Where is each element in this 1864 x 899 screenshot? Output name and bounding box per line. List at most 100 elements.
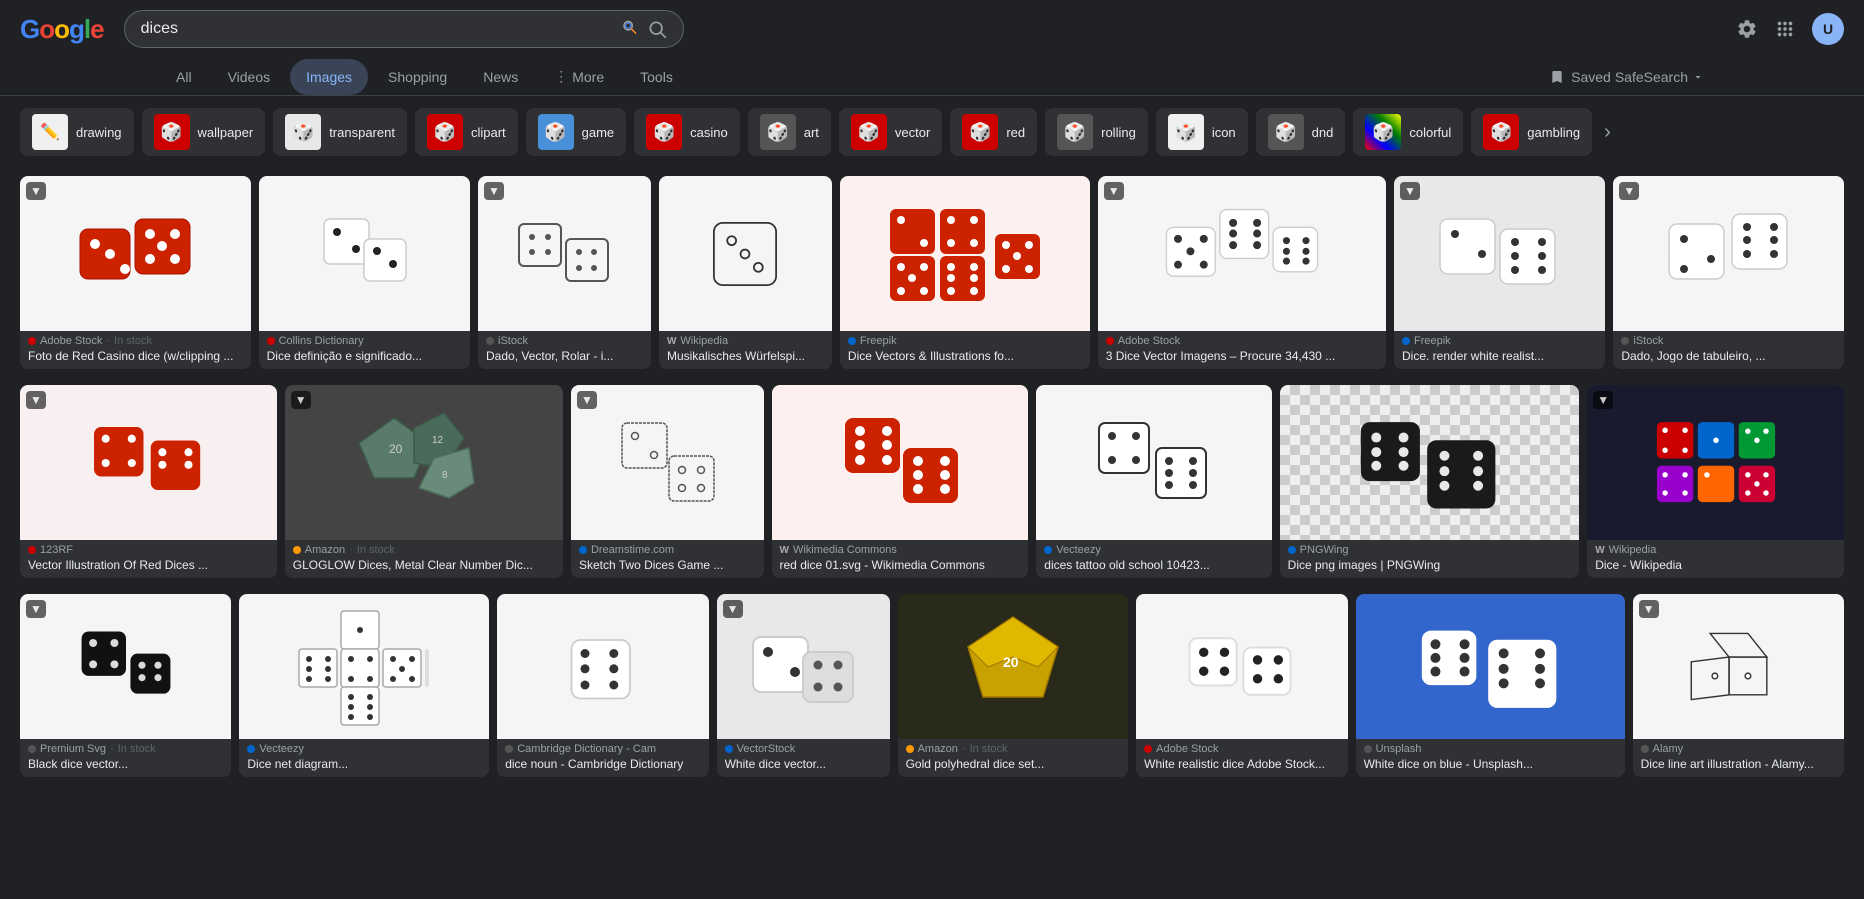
saved-button[interactable]: Saved bbox=[1549, 69, 1611, 85]
image-row-3: ▼ Premium Svg · In stock Black dice vect… bbox=[20, 594, 1844, 777]
source-1: Adobe Stock · In stock bbox=[28, 335, 243, 347]
source-13: Vecteezy bbox=[1044, 544, 1263, 556]
source-2: Collins Dictionary bbox=[267, 335, 462, 347]
tools-button[interactable]: Tools bbox=[624, 61, 689, 93]
chip-gambling[interactable]: 🎲 gambling bbox=[1471, 108, 1592, 156]
lens-icon[interactable] bbox=[619, 19, 639, 39]
header-right: U bbox=[1736, 13, 1844, 45]
source-11: Dreamstime.com bbox=[579, 544, 756, 556]
image-card-1[interactable]: ▼ Adobe Stock · In stock Foto de Red Cas… bbox=[20, 176, 251, 369]
search-button[interactable] bbox=[647, 19, 667, 39]
title-17: Dice net diagram... bbox=[247, 757, 481, 771]
save-icon-10: ▼ bbox=[291, 391, 311, 409]
image-card-17[interactable]: Vecteezy Dice net diagram... bbox=[239, 594, 489, 777]
image-card-10[interactable]: 20 12 8 ▼ Amazon · In stock GLOGLOW Dice… bbox=[285, 385, 563, 578]
title-2: Dice definição e significado... bbox=[267, 349, 462, 363]
tab-more[interactable]: ⋮ More bbox=[538, 58, 620, 95]
image-card-16[interactable]: ▼ Premium Svg · In stock Black dice vect… bbox=[20, 594, 231, 777]
source-5: Freepik bbox=[848, 335, 1082, 347]
save-icon-3: ▼ bbox=[484, 182, 504, 200]
image-card-11[interactable]: ▼ Dreamstime.com Sketch Two Dices Game .… bbox=[571, 385, 764, 578]
title-7: Dice. render white realist... bbox=[1402, 349, 1597, 363]
image-card-5[interactable]: Freepik Dice Vectors & Illustrations fo.… bbox=[840, 176, 1090, 369]
chip-vector[interactable]: 🎲 vector bbox=[839, 108, 942, 156]
filter-chips: ✏️ drawing 🎲 wallpaper 🎲 transparent 🎲 c… bbox=[0, 96, 1864, 168]
image-card-19[interactable]: ▼ VectorStock White dice vector... bbox=[717, 594, 890, 777]
google-logo: Google bbox=[20, 14, 104, 45]
image-card-3[interactable]: ▼ iStock Dado, Vector, Rolar - i... bbox=[478, 176, 651, 369]
scroll-right-arrow[interactable]: › bbox=[1600, 117, 1615, 148]
title-1: Foto de Red Casino dice (w/clipping ... bbox=[28, 349, 243, 363]
image-card-20[interactable]: 20 Amazon · In stock Gold polyhedral dic… bbox=[898, 594, 1129, 777]
title-16: Black dice vector... bbox=[28, 757, 223, 771]
chip-game[interactable]: 🎲 game bbox=[526, 108, 627, 156]
image-card-14[interactable]: PNGWing Dice png images | PNGWing bbox=[1280, 385, 1580, 578]
search-bar bbox=[124, 10, 684, 48]
title-20: Gold polyhedral dice set... bbox=[906, 757, 1121, 771]
save-icon-1: ▼ bbox=[26, 182, 46, 200]
save-icon-15: ▼ bbox=[1593, 391, 1613, 409]
avatar[interactable]: U bbox=[1812, 13, 1844, 45]
chip-colorful[interactable]: 🎲 colorful bbox=[1353, 108, 1463, 156]
image-card-7[interactable]: ▼ Freepik Dice. render white realist... bbox=[1394, 176, 1605, 369]
source-7: Freepik bbox=[1402, 335, 1597, 347]
chip-icon[interactable]: 🎲 icon bbox=[1156, 108, 1248, 156]
chip-dnd[interactable]: 🎲 dnd bbox=[1256, 108, 1346, 156]
image-card-13[interactable]: Vecteezy dices tattoo old school 10423..… bbox=[1036, 385, 1271, 578]
source-17: Vecteezy bbox=[247, 743, 481, 755]
image-card-18[interactable]: Cambridge Dictionary - Cam dice noun - C… bbox=[497, 594, 708, 777]
settings-button[interactable] bbox=[1736, 18, 1758, 40]
svg-text:12: 12 bbox=[432, 435, 444, 446]
chip-transparent[interactable]: 🎲 transparent bbox=[273, 108, 407, 156]
save-icon-16: ▼ bbox=[26, 600, 46, 618]
title-9: Vector Illustration Of Red Dices ... bbox=[28, 558, 269, 572]
tab-news[interactable]: News bbox=[467, 59, 534, 95]
chip-wallpaper[interactable]: 🎲 wallpaper bbox=[142, 108, 266, 156]
source-14: PNGWing bbox=[1288, 544, 1572, 556]
apps-button[interactable] bbox=[1774, 18, 1796, 40]
tab-shopping[interactable]: Shopping bbox=[372, 59, 463, 95]
title-22: White dice on blue - Unsplash... bbox=[1364, 757, 1617, 771]
image-card-2[interactable]: Collins Dictionary Dice definição e sign… bbox=[259, 176, 470, 369]
title-12: red dice 01.svg - Wikimedia Commons bbox=[780, 558, 1021, 572]
chip-red[interactable]: 🎲 red bbox=[950, 108, 1037, 156]
save-icon-6: ▼ bbox=[1104, 182, 1124, 200]
source-23: Alamy bbox=[1641, 743, 1836, 755]
source-22: Unsplash bbox=[1364, 743, 1617, 755]
title-21: White realistic dice Adobe Stock... bbox=[1144, 757, 1339, 771]
tab-videos[interactable]: Videos bbox=[212, 59, 287, 95]
chip-clipart[interactable]: 🎲 clipart bbox=[415, 108, 518, 156]
image-card-22[interactable]: Unsplash White dice on blue - Unsplash..… bbox=[1356, 594, 1625, 777]
save-icon-9: ▼ bbox=[26, 391, 46, 409]
safesearch-button[interactable]: SafeSearch bbox=[1615, 69, 1704, 85]
title-15: Dice - Wikipedia bbox=[1595, 558, 1836, 572]
source-9: 123RF bbox=[28, 544, 269, 556]
image-card-15[interactable]: ▼ W Wikipedia Dice - Wikipedia bbox=[1587, 385, 1844, 578]
image-card-4[interactable]: W Wikipedia Musikalisches Würfelspi... bbox=[659, 176, 832, 369]
search-input[interactable] bbox=[141, 20, 611, 38]
image-row-1: ▼ Adobe Stock · In stock Foto de Red Cas… bbox=[20, 176, 1844, 369]
image-card-6[interactable]: ▼ Adobe Stock 3 Dice Vector Imagens – Pr… bbox=[1098, 176, 1386, 369]
title-18: dice noun - Cambridge Dictionary bbox=[505, 757, 700, 771]
image-card-23[interactable]: ▼ Alamy Dice line art illustration - Ala… bbox=[1633, 594, 1844, 777]
chip-drawing[interactable]: ✏️ drawing bbox=[20, 108, 134, 156]
source-8: iStock bbox=[1621, 335, 1836, 347]
source-18: Cambridge Dictionary - Cam bbox=[505, 743, 700, 755]
svg-text:20: 20 bbox=[1003, 654, 1019, 670]
chip-art[interactable]: 🎲 art bbox=[748, 108, 831, 156]
nav-tabs: All Videos Images Shopping News ⋮ More T… bbox=[0, 58, 1864, 96]
tab-images[interactable]: Images bbox=[290, 59, 368, 95]
svg-text:20: 20 bbox=[389, 442, 403, 456]
tab-all[interactable]: All bbox=[160, 59, 208, 95]
image-card-9[interactable]: ▼ 123RF Vector Illustration Of Red Dices… bbox=[20, 385, 277, 578]
chip-rolling[interactable]: 🎲 rolling bbox=[1045, 108, 1148, 156]
image-card-12[interactable]: W Wikimedia Commons red dice 01.svg - Wi… bbox=[772, 385, 1029, 578]
title-11: Sketch Two Dices Game ... bbox=[579, 558, 756, 572]
image-card-8[interactable]: ▼ iStock Dado, Jogo de tabuleiro, ... bbox=[1613, 176, 1844, 369]
image-row-2: ▼ 123RF Vector Illustration Of Red Dices… bbox=[20, 385, 1844, 578]
image-grid: ▼ Adobe Stock · In stock Foto de Red Cas… bbox=[0, 168, 1864, 785]
image-card-21[interactable]: Adobe Stock White realistic dice Adobe S… bbox=[1136, 594, 1347, 777]
chip-casino[interactable]: 🎲 casino bbox=[634, 108, 740, 156]
title-14: Dice png images | PNGWing bbox=[1288, 558, 1572, 572]
title-13: dices tattoo old school 10423... bbox=[1044, 558, 1263, 572]
